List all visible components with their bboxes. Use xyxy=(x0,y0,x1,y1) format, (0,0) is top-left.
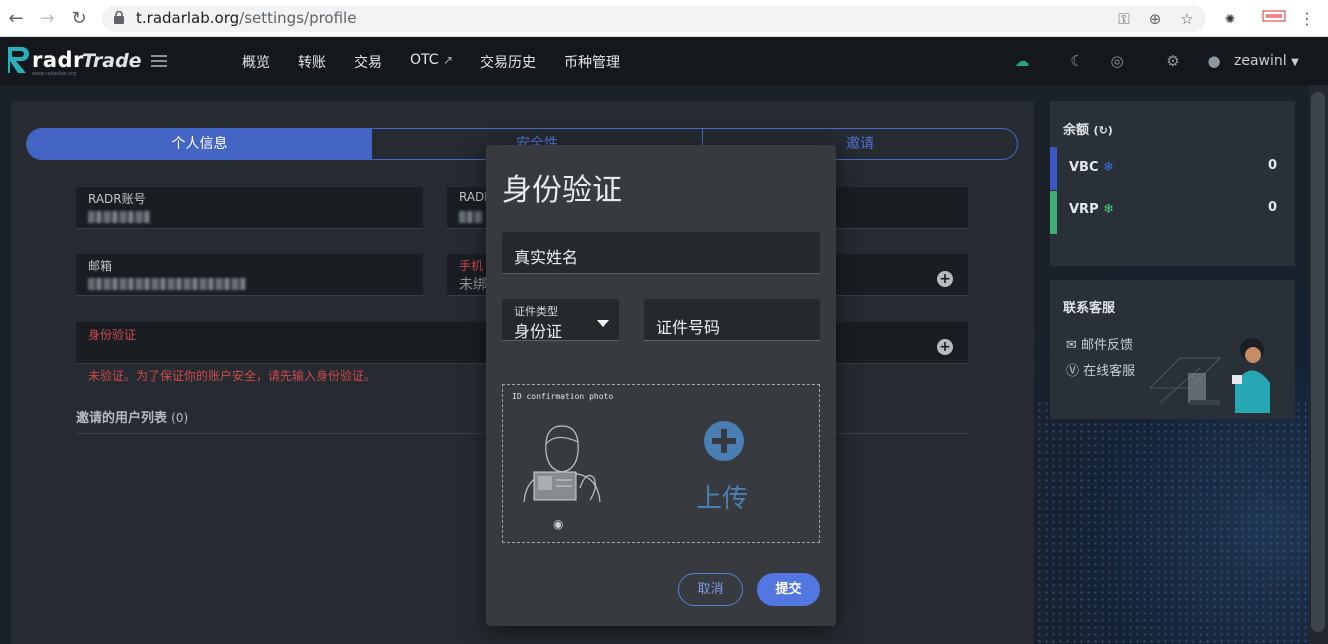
tab-personal-info[interactable]: 个人信息 xyxy=(27,129,372,159)
moon-icon[interactable]: ☾ xyxy=(1067,52,1087,70)
gear-icon[interactable]: ⚙ xyxy=(1163,52,1183,70)
cloud-icon[interactable]: ☁ xyxy=(1012,52,1032,70)
photo-caption: ID confirmation photo xyxy=(512,392,614,401)
envelope-icon: ✉ xyxy=(1066,338,1077,353)
user-icon: ● xyxy=(1207,52,1221,70)
submit-button[interactable]: 提交 xyxy=(757,573,820,606)
globe-icon[interactable]: ◎ xyxy=(1107,52,1127,70)
nav-transfer[interactable]: 转账 xyxy=(298,52,326,72)
redacted-value xyxy=(88,278,246,290)
more-menu-icon[interactable]: ⋮ xyxy=(1296,8,1318,30)
radr-logo-icon xyxy=(8,47,29,73)
coin-color-bar xyxy=(1050,147,1057,190)
online-service-link[interactable]: Ⓥ 在线客服 xyxy=(1066,360,1135,379)
nav-trade[interactable]: 交易 xyxy=(354,52,382,72)
key-icon[interactable]: ⚿ xyxy=(1114,9,1134,29)
vbc-logo-icon: ❄ xyxy=(1103,160,1114,175)
cancel-button[interactable]: 取消 xyxy=(678,573,743,606)
external-link-icon: ↗ xyxy=(442,53,454,67)
nav-trade-history[interactable]: 交易历史 xyxy=(480,52,536,72)
add-phone-icon[interactable]: + xyxy=(937,271,953,287)
decorative-dots xyxy=(1036,400,1328,644)
identity-warning: 未验证。为了保证你的账户安全，请先输入身份验证。 xyxy=(88,369,377,383)
app-header: radr Trade www.radarlab.org 概览 转账 交易 OTC… xyxy=(0,37,1328,85)
chevron-down-icon: ▼ xyxy=(1291,57,1299,68)
balance-title: 余额 (↻) xyxy=(1063,123,1113,138)
user-menu[interactable]: zeawinl ▼ xyxy=(1234,53,1299,69)
vrp-logo-icon: ❄ xyxy=(1103,202,1115,217)
id-photo-sample-icon xyxy=(523,425,601,503)
email-feedback-link[interactable]: ✉ 邮件反馈 xyxy=(1066,334,1133,353)
zoom-plus-icon[interactable]: ⊕ xyxy=(1145,9,1165,29)
contact-title: 联系客服 xyxy=(1063,301,1116,316)
coin-name: VBC ❄ xyxy=(1069,160,1114,175)
url-text: t.radarlab.org/settings/profile xyxy=(136,9,357,27)
upload-label[interactable]: 上传 xyxy=(696,478,748,515)
id-type-select[interactable]: 证件类型 身份证 xyxy=(502,299,619,341)
skype-icon: Ⓥ xyxy=(1066,364,1080,379)
caret-down-icon xyxy=(597,320,609,327)
dialog-title: 身份验证 xyxy=(502,173,622,208)
back-icon[interactable]: ← xyxy=(5,8,27,30)
coin-row-vrp[interactable]: VRP ❄ 0 xyxy=(1050,191,1295,234)
nav-otc[interactable]: OTC ↗ xyxy=(410,52,453,68)
email-field[interactable]: 邮箱 xyxy=(76,254,423,296)
extension-icon-1[interactable]: ✺ xyxy=(1219,8,1241,30)
nav-coin-management[interactable]: 币种管理 xyxy=(564,52,620,72)
coin-name: VRP ❄ xyxy=(1069,202,1115,217)
support-agent-illustration xyxy=(1149,338,1270,413)
lock-icon xyxy=(114,11,124,24)
hamburger-menu-icon[interactable] xyxy=(151,55,167,67)
logo-subtitle: www.radarlab.org xyxy=(32,71,77,77)
radr-account-field[interactable]: RADR账号 xyxy=(76,187,423,229)
camera-icon[interactable]: ◉ xyxy=(553,518,567,530)
upload-plus-icon[interactable] xyxy=(704,421,744,461)
logo-trade: Trade xyxy=(82,50,142,72)
browser-toolbar: ← → ↻ t.radarlab.org/settings/profile ⚿ … xyxy=(0,0,1328,37)
logo-word: radr xyxy=(32,48,84,72)
nav-overview[interactable]: 概览 xyxy=(242,52,270,72)
redacted-value xyxy=(88,211,150,223)
coin-color-bar xyxy=(1050,191,1057,234)
refresh-icon[interactable]: (↻) xyxy=(1094,124,1113,137)
forward-icon[interactable]: → xyxy=(36,8,58,30)
reload-icon[interactable]: ↻ xyxy=(68,8,90,30)
coin-value: 0 xyxy=(1267,200,1277,215)
address-bar[interactable]: t.radarlab.org/settings/profile ⚿ ⊕ ☆ xyxy=(102,5,1206,32)
coin-value: 0 xyxy=(1267,158,1277,173)
redacted-value xyxy=(459,211,483,223)
star-icon[interactable]: ☆ xyxy=(1177,9,1197,29)
id-number-input[interactable]: 证件号码 xyxy=(644,299,820,341)
add-identity-icon[interactable]: + xyxy=(937,339,953,355)
extension-icon-2[interactable] xyxy=(1262,8,1286,30)
invite-list-title: 邀请的用户列表 (0) xyxy=(76,411,189,426)
scrollbar-thumb[interactable] xyxy=(1311,92,1325,632)
coin-row-vbc[interactable]: VBC ❄ 0 xyxy=(1050,147,1295,190)
real-name-input[interactable]: 真实姓名 xyxy=(502,232,820,274)
